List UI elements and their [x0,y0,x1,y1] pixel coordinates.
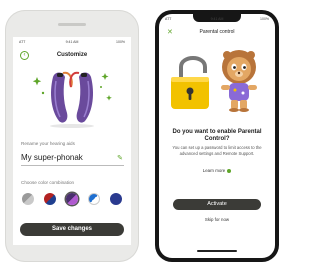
device-name-field[interactable]: My super-phonak ✎ [21,153,124,166]
save-changes-button[interactable]: Save changes [20,223,124,236]
page-title: Customize [56,52,88,58]
device-name-value: My super-phonak [21,153,83,162]
parental-description: You can set up a password to limit acces… [172,145,262,156]
color-swatch[interactable] [44,193,56,205]
right-hearing-aid-icon [69,71,93,123]
sparkle-icon [32,73,112,101]
parental-control-screen: ATT 9:41 AM 100% ✕ Parental control Do y… [159,14,275,258]
home-indicator [197,250,237,252]
status-bar: ATT 9:41 AM 100% [13,40,131,46]
left-hearing-aid-icon [51,71,73,123]
color-swatch[interactable] [110,193,122,205]
parental-control-phone: ATT 9:41 AM 100% ✕ Parental control Do y… [155,10,279,262]
learn-more-link[interactable]: Learn more [159,168,275,173]
customize-phone: ATT 9:41 AM 100% ‹ Customize Rename your… [5,10,139,262]
skip-link[interactable]: Skip for now [159,217,275,222]
clock-text: 9:41 AM [210,17,224,21]
lion-mascot-icon [221,50,257,112]
phone-speaker [58,23,86,26]
page-title: Parental control [199,29,235,35]
status-bar: ATT 9:41 AM 100% [159,17,275,23]
info-icon [227,168,232,173]
battery-text: 100% [260,17,269,21]
color-swatch[interactable] [22,193,34,205]
learn-more-label: Learn more [202,168,226,173]
battery-text: 100% [116,40,125,44]
pencil-icon[interactable]: ✎ [117,154,123,162]
color-label: Choose color combination [21,180,75,185]
parental-illustration [171,50,257,112]
clock-text: 9:41 AM [65,40,79,44]
hearing-aids-illustration [32,71,112,128]
parental-question: Do you want to enable Parental Control? [172,129,262,142]
activate-button[interactable]: Activate [173,199,261,210]
color-swatch[interactable] [66,193,78,205]
padlock-icon [171,56,209,109]
color-swatch-row [18,193,131,207]
rename-label: Rename your hearing aids [21,141,75,146]
field-underline [21,165,124,166]
customize-screen: ATT 9:41 AM 100% ‹ Customize Rename your… [13,37,131,245]
color-swatch[interactable] [88,193,100,205]
